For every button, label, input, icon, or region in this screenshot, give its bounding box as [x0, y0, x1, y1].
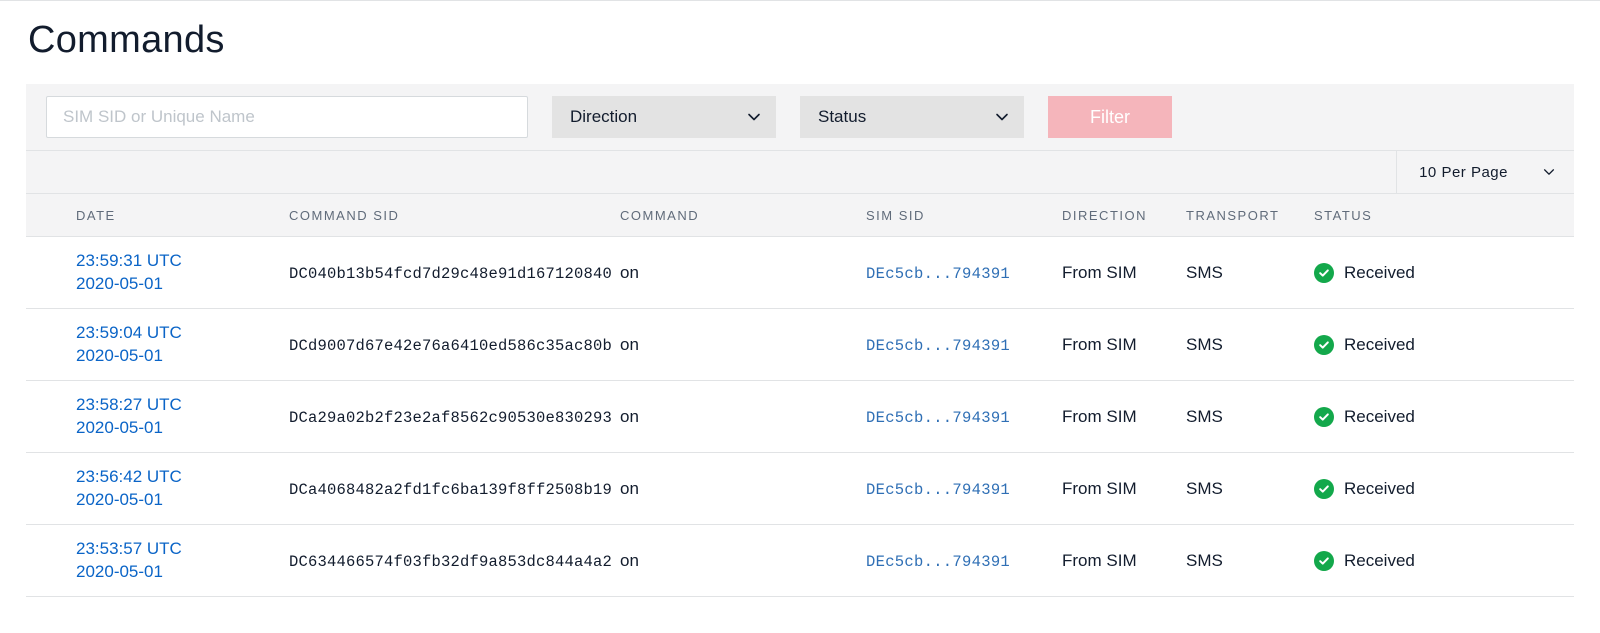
date-value: 2020-05-01 — [76, 561, 277, 584]
sim-sid-search-input[interactable] — [61, 106, 513, 128]
transport-value: SMS — [1186, 335, 1223, 354]
command-value: on — [620, 479, 639, 498]
time-value: 23:59:31 UTC — [76, 250, 277, 273]
command-value: on — [620, 263, 639, 282]
per-page-select[interactable]: 10 Per Page — [1396, 151, 1574, 193]
command-sid: DCa4068482a2fd1fc6ba139f8ff2508b19 — [289, 481, 612, 499]
command-sid: DC040b13b54fcd7d29c48e91d167120840 — [289, 265, 612, 283]
transport-value: SMS — [1186, 551, 1223, 570]
sim-sid-link[interactable]: DEc5cb...794391 — [866, 265, 1010, 283]
chevron-down-icon — [994, 109, 1010, 125]
check-circle-icon — [1314, 335, 1334, 355]
status-select-label: Status — [818, 107, 866, 127]
col-header-status: STATUS — [1308, 208, 1574, 223]
status-label: Received — [1344, 551, 1415, 571]
col-header-sim-sid: SIM SID — [860, 208, 1056, 223]
chevron-down-icon — [746, 109, 762, 125]
date-link[interactable]: 23:56:42 UTC 2020-05-01 — [76, 466, 277, 512]
time-value: 23:56:42 UTC — [76, 466, 277, 489]
table-header: DATE COMMAND SID COMMAND SIM SID DIRECTI… — [26, 193, 1574, 237]
date-value: 2020-05-01 — [76, 345, 277, 368]
status-select[interactable]: Status — [800, 96, 1024, 138]
date-value: 2020-05-01 — [76, 489, 277, 512]
table-row: 23:59:04 UTC 2020-05-01 DCd9007d67e42e76… — [26, 309, 1574, 381]
direction-select[interactable]: Direction — [552, 96, 776, 138]
status-label: Received — [1344, 407, 1415, 427]
status-cell: Received — [1314, 335, 1568, 355]
status-cell: Received — [1314, 551, 1568, 571]
command-value: on — [620, 551, 639, 570]
filter-button-label: Filter — [1090, 107, 1130, 128]
status-label: Received — [1344, 335, 1415, 355]
direction-value: From SIM — [1062, 263, 1137, 282]
sim-sid-link[interactable]: DEc5cb...794391 — [866, 553, 1010, 571]
command-value: on — [620, 407, 639, 426]
check-circle-icon — [1314, 479, 1334, 499]
col-header-date: DATE — [70, 208, 283, 223]
sim-sid-link[interactable]: DEc5cb...794391 — [866, 481, 1010, 499]
search-input-wrap — [46, 96, 528, 138]
time-value: 23:58:27 UTC — [76, 394, 277, 417]
date-link[interactable]: 23:59:04 UTC 2020-05-01 — [76, 322, 277, 368]
direction-value: From SIM — [1062, 335, 1137, 354]
status-cell: Received — [1314, 479, 1568, 499]
command-sid: DCa29a02b2f23e2af8562c90530e830293 — [289, 409, 612, 427]
command-sid: DC634466574f03fb32df9a853dc844a4a2 — [289, 553, 612, 571]
date-link[interactable]: 23:53:57 UTC 2020-05-01 — [76, 538, 277, 584]
check-circle-icon — [1314, 551, 1334, 571]
time-value: 23:53:57 UTC — [76, 538, 277, 561]
transport-value: SMS — [1186, 407, 1223, 426]
sim-sid-link[interactable]: DEc5cb...794391 — [866, 337, 1010, 355]
table-row: 23:59:31 UTC 2020-05-01 DC040b13b54fcd7d… — [26, 237, 1574, 309]
per-page-bar: 10 Per Page — [26, 150, 1574, 193]
direction-value: From SIM — [1062, 551, 1137, 570]
status-label: Received — [1344, 479, 1415, 499]
status-cell: Received — [1314, 263, 1568, 283]
per-page-label: 10 Per Page — [1419, 164, 1508, 181]
table-body: 23:59:31 UTC 2020-05-01 DC040b13b54fcd7d… — [26, 237, 1574, 597]
sim-sid-link[interactable]: DEc5cb...794391 — [866, 409, 1010, 427]
check-circle-icon — [1314, 263, 1334, 283]
chevron-down-icon — [1542, 165, 1556, 179]
table-row: 23:58:27 UTC 2020-05-01 DCa29a02b2f23e2a… — [26, 381, 1574, 453]
time-value: 23:59:04 UTC — [76, 322, 277, 345]
filter-bar: Direction Status Filter — [26, 84, 1574, 150]
date-value: 2020-05-01 — [76, 273, 277, 296]
filter-button[interactable]: Filter — [1048, 96, 1172, 138]
check-circle-icon — [1314, 407, 1334, 427]
col-header-transport: TRANSPORT — [1180, 208, 1308, 223]
col-header-command: COMMAND — [614, 208, 860, 223]
direction-value: From SIM — [1062, 407, 1137, 426]
direction-select-label: Direction — [570, 107, 637, 127]
transport-value: SMS — [1186, 263, 1223, 282]
status-label: Received — [1344, 263, 1415, 283]
date-link[interactable]: 23:58:27 UTC 2020-05-01 — [76, 394, 277, 440]
date-link[interactable]: 23:59:31 UTC 2020-05-01 — [76, 250, 277, 296]
command-sid: DCd9007d67e42e76a6410ed586c35ac80b — [289, 337, 612, 355]
command-value: on — [620, 335, 639, 354]
col-header-command-sid: COMMAND SID — [283, 208, 614, 223]
page-title: Commands — [28, 19, 1574, 62]
table-row: 23:53:57 UTC 2020-05-01 DC634466574f03fb… — [26, 525, 1574, 597]
col-header-direction: DIRECTION — [1056, 208, 1180, 223]
date-value: 2020-05-01 — [76, 417, 277, 440]
transport-value: SMS — [1186, 479, 1223, 498]
direction-value: From SIM — [1062, 479, 1137, 498]
table-row: 23:56:42 UTC 2020-05-01 DCa4068482a2fd1f… — [26, 453, 1574, 525]
status-cell: Received — [1314, 407, 1568, 427]
